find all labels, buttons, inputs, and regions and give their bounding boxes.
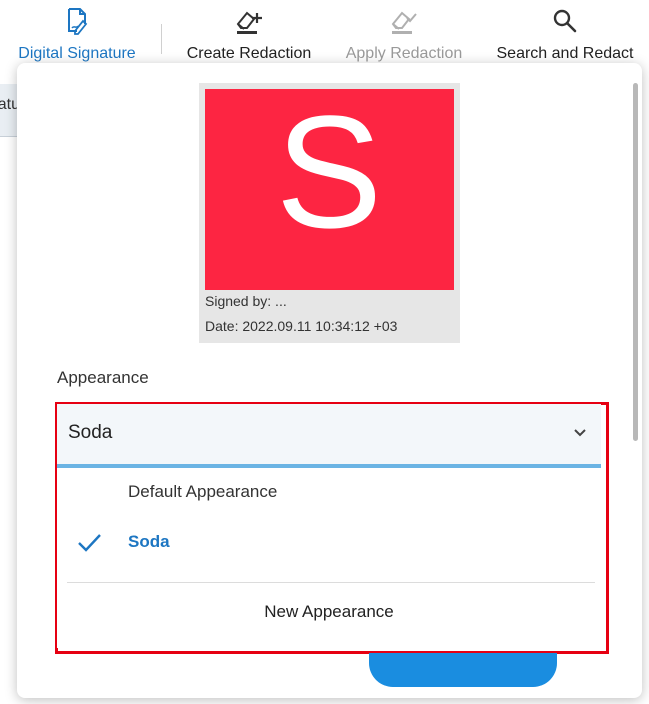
appearance-select[interactable]: Soda	[57, 404, 601, 468]
signature-preview: S Signed by: ... Date: 2022.09.11 10:34:…	[199, 83, 460, 343]
eraser-plus-icon	[236, 11, 262, 34]
signature-pen-icon	[68, 8, 88, 35]
new-appearance-label: New Appearance	[264, 602, 394, 621]
option-label: Soda	[128, 532, 170, 551]
apply-redaction-button[interactable]: Apply Redaction	[342, 0, 466, 70]
appearance-selected-value: Soda	[68, 422, 113, 443]
chevron-down-icon	[574, 429, 586, 437]
scrollbar[interactable]	[633, 83, 638, 441]
search-and-redact-label: Search and Redact	[496, 45, 634, 62]
appearance-dropdown-menu: Default Appearance Soda New Appearance	[57, 468, 601, 648]
create-redaction-label: Create Redaction	[186, 45, 312, 62]
toolbar: Digital Signature Create Redaction Apply…	[0, 0, 649, 70]
signature-appearance-popup: S Signed by: ... Date: 2022.09.11 10:34:…	[17, 63, 642, 698]
digital-signature-button[interactable]: Digital Signature	[14, 0, 140, 70]
new-appearance-button[interactable]: New Appearance	[57, 592, 601, 636]
signature-date-text: Date: 2022.09.11 10:34:12 +03	[205, 318, 398, 334]
eraser-check-icon	[391, 11, 417, 34]
signed-by-text: Signed by: ...	[205, 293, 287, 309]
appearance-label: Appearance	[57, 368, 149, 387]
option-label: Default Appearance	[128, 482, 278, 501]
digital-signature-label: Digital Signature	[18, 45, 136, 62]
create-redaction-button[interactable]: Create Redaction	[184, 0, 314, 70]
option-soda[interactable]: Soda	[57, 520, 601, 566]
search-icon	[553, 9, 577, 33]
apply-redaction-label: Apply Redaction	[345, 45, 463, 62]
option-default-appearance[interactable]: Default Appearance	[57, 470, 601, 516]
signature-image: S	[205, 89, 454, 290]
search-and-redact-button[interactable]: Search and Redact	[494, 0, 636, 70]
checkmark-icon	[78, 534, 101, 552]
signature-letter: S	[276, 89, 383, 261]
primary-action-button[interactable]	[369, 653, 557, 687]
menu-divider	[67, 582, 595, 583]
toolbar-divider	[161, 24, 162, 54]
